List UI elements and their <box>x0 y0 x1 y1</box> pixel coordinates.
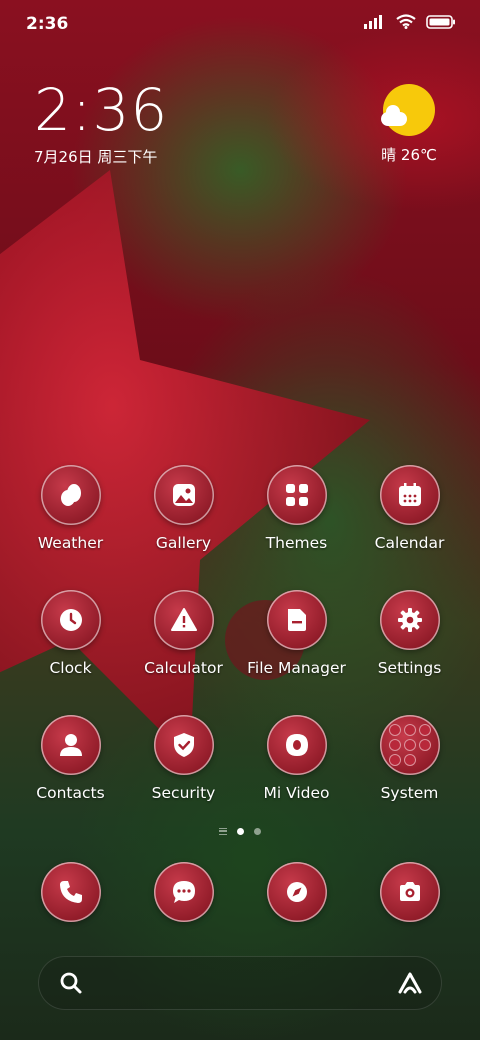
app-file-manager[interactable]: File Manager <box>242 590 352 715</box>
app-label: Clock <box>49 659 92 677</box>
app-label: Themes <box>265 534 328 552</box>
status-bar: 2:36 <box>0 0 480 50</box>
app-drawer-indicator-icon <box>219 828 227 835</box>
camera-icon <box>399 882 420 901</box>
clock-icon <box>59 609 82 631</box>
app-grid: Weather Gallery Themes Calendar Clock Ca… <box>0 465 480 840</box>
wifi-icon <box>396 14 416 29</box>
app-calendar[interactable]: Calendar <box>355 465 465 590</box>
search-icon[interactable] <box>58 970 84 996</box>
calculator-icon <box>170 608 197 631</box>
dock-phone[interactable] <box>16 862 126 924</box>
mi-video-icon <box>285 734 308 756</box>
dock <box>0 862 480 924</box>
dock-browser[interactable] <box>242 862 352 924</box>
app-security[interactable]: Security <box>129 715 239 840</box>
assistant-icon[interactable] <box>396 970 424 996</box>
search-bar[interactable] <box>38 956 442 1010</box>
app-label: Weather <box>37 534 104 552</box>
page-indicator[interactable] <box>0 828 480 835</box>
app-weather[interactable]: Weather <box>16 465 126 590</box>
gallery-icon <box>172 484 195 506</box>
file-manager-icon <box>287 609 306 631</box>
dock-messages[interactable] <box>129 862 239 924</box>
calendar-icon <box>398 483 421 506</box>
sunny-cloud-icon <box>381 84 435 136</box>
app-label: Calendar <box>374 534 445 552</box>
app-contacts[interactable]: Contacts <box>16 715 126 840</box>
messages-icon <box>172 881 195 903</box>
app-label: System <box>380 784 439 802</box>
browser-icon <box>286 882 307 902</box>
app-label: Gallery <box>155 534 212 552</box>
app-label: Settings <box>377 659 442 677</box>
app-label: Security <box>151 784 216 802</box>
app-label: Contacts <box>36 784 105 802</box>
app-settings[interactable]: Settings <box>355 590 465 715</box>
phone-icon <box>59 881 82 903</box>
weather-text: 晴 26℃ <box>381 146 437 164</box>
weather-icon <box>60 484 81 506</box>
clock-time: 2:36 <box>34 76 169 144</box>
signal-icon <box>364 14 382 29</box>
contacts-icon <box>59 734 82 756</box>
app-label: Calculator <box>144 659 223 677</box>
app-folder-system[interactable]: System <box>355 715 465 840</box>
dock-camera[interactable] <box>355 862 465 924</box>
themes-icon <box>285 484 308 506</box>
folder-icon <box>388 724 431 766</box>
settings-icon <box>397 608 422 632</box>
clock-widget[interactable]: 2:36 7月26日 周三下午 <box>34 78 168 167</box>
app-mi-video[interactable]: Mi Video <box>242 715 352 840</box>
app-label: Mi Video <box>263 784 330 802</box>
app-clock[interactable]: Clock <box>16 590 126 715</box>
status-time: 2:36 <box>26 14 69 34</box>
weather-widget[interactable]: 晴 26℃ <box>374 84 444 165</box>
app-calculator[interactable]: Calculator <box>129 590 239 715</box>
page-dot-active <box>237 828 244 835</box>
clock-date: 7月26日 周三下午 <box>34 148 158 166</box>
app-gallery[interactable]: Gallery <box>129 465 239 590</box>
status-icons <box>364 14 456 29</box>
security-icon <box>173 733 194 757</box>
battery-icon <box>426 14 455 29</box>
page-dot <box>254 828 261 835</box>
app-label: File Manager <box>247 659 346 677</box>
app-themes[interactable]: Themes <box>242 465 352 590</box>
